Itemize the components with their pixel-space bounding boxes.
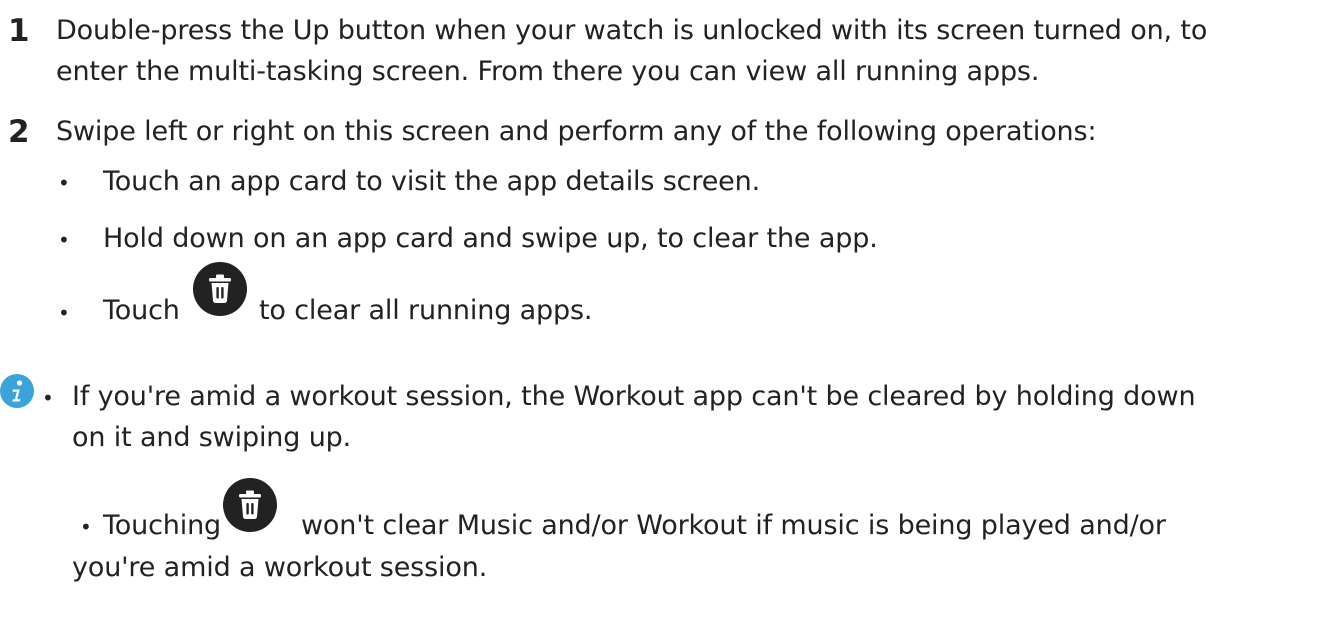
info-icon [0,374,34,408]
list-item: Touch an app card to visit the app detai… [103,166,761,197]
note-text-before-icon: Touching [103,510,222,541]
step-number: 2 [8,114,30,150]
step-text-continued: enter the multi-tasking screen. From the… [56,56,1040,87]
note-text: If you're amid a workout session, the Wo… [72,381,1196,412]
note-text-continued: you're amid a workout session. [72,552,488,583]
step-number: 1 [8,13,30,49]
trash-icon [223,478,277,532]
note-text-continued: on it and swiping up. [72,422,352,453]
step-text: Swipe left or right on this screen and p… [56,116,1097,147]
list-item-text-after-icon: to clear all running apps. [259,295,593,326]
trash-icon [193,262,247,316]
list-item-text-before-icon: Touch [103,295,180,326]
bullet-marker: • [58,228,70,252]
bullet-marker: • [58,171,70,195]
list-item: Hold down on an app card and swipe up, t… [103,223,878,254]
step-text: Double-press the Up button when your wat… [56,15,1208,46]
note-bullet-marker: • [80,515,92,539]
note-text-after-icon: won't clear Music and/or Workout if musi… [301,510,1166,541]
note-bullet-marker: • [42,386,54,410]
bullet-marker: • [58,301,70,325]
